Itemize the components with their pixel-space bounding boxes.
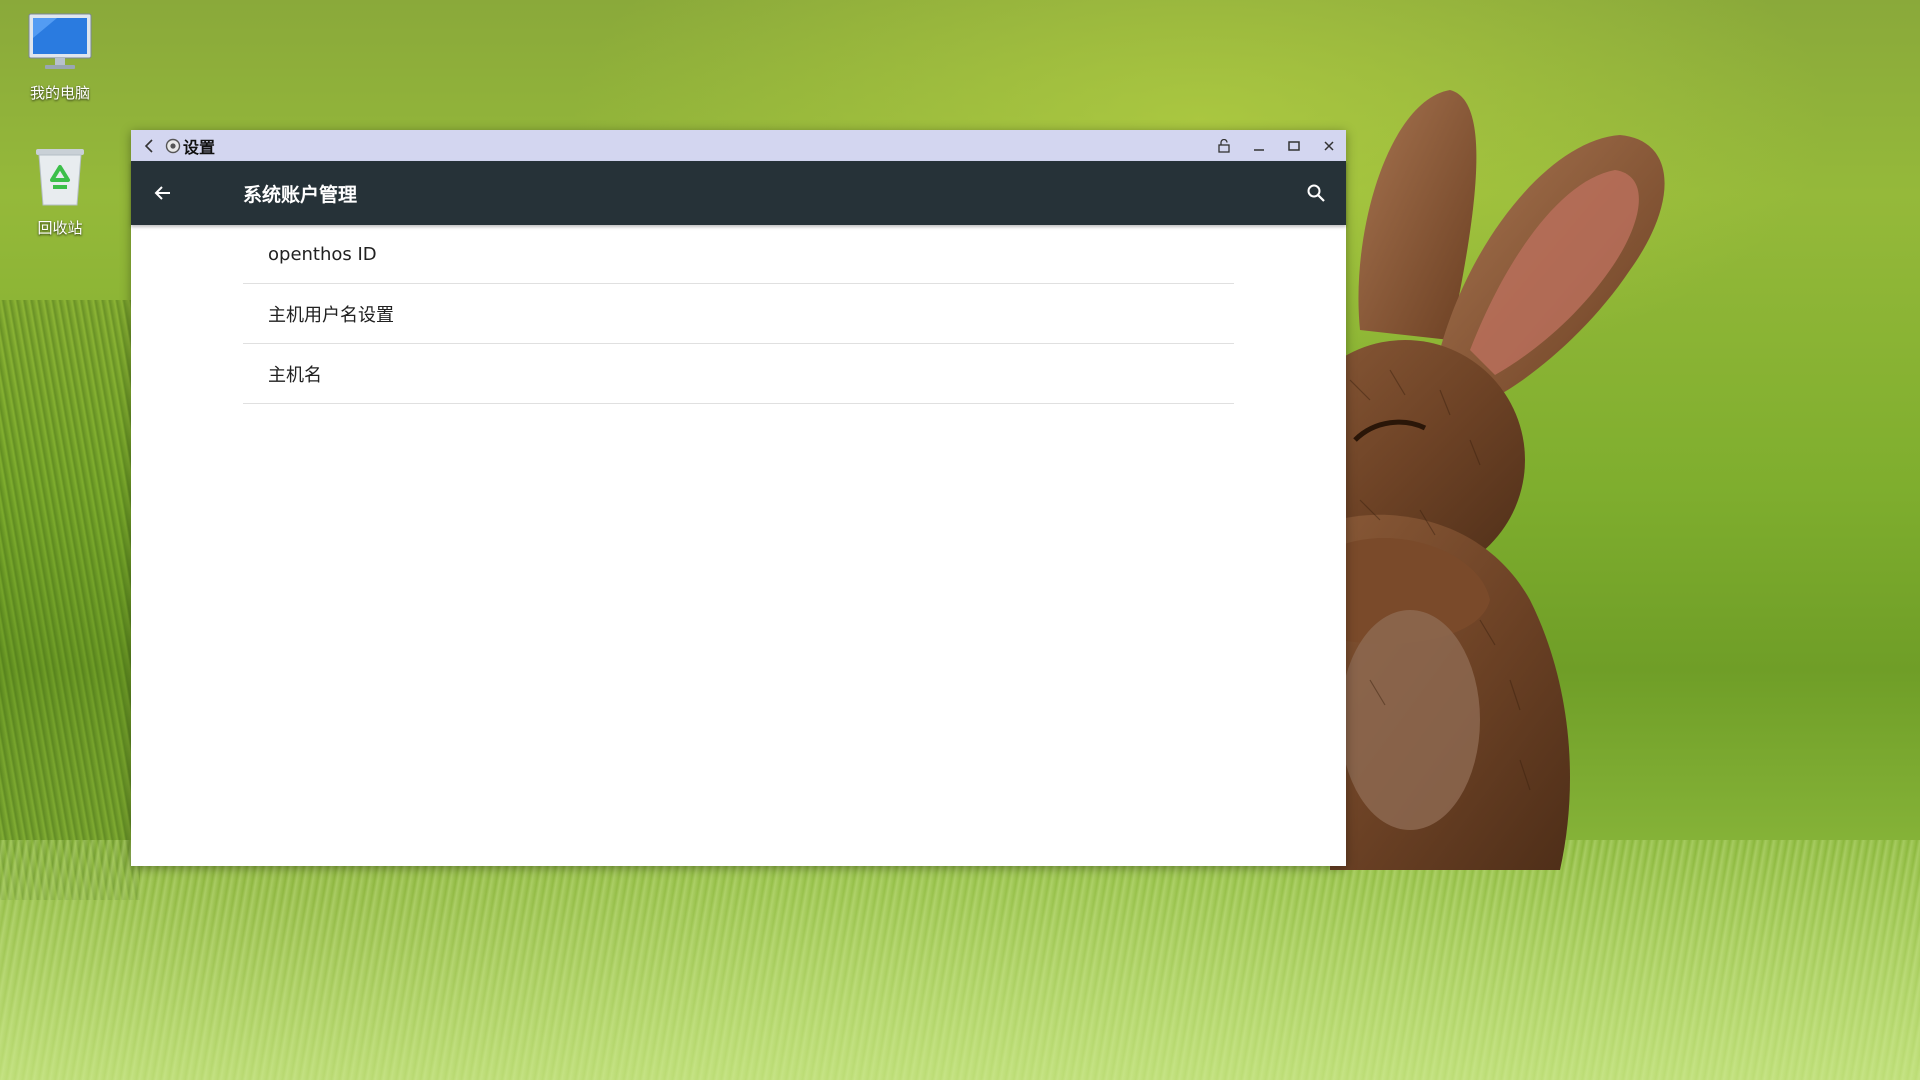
desktop-icon-my-computer[interactable]: 我的电脑	[10, 12, 110, 103]
app-toolbar: 系统账户管理	[131, 161, 1346, 225]
account-settings-list: openthos ID 主机用户名设置 主机名	[243, 225, 1234, 404]
recycle-bin-icon	[36, 149, 84, 206]
settings-window: 设置 系统账户管理 openthos ID 主机用户名设置 主机名	[131, 130, 1346, 866]
list-item-label: 主机用户名设置	[268, 304, 394, 326]
settings-gear-icon	[165, 138, 181, 153]
settings-content: openthos ID 主机用户名设置 主机名	[131, 225, 1346, 866]
window-controls	[1206, 130, 1346, 161]
chevron-left-icon	[144, 138, 153, 153]
close-icon	[1323, 140, 1334, 151]
list-item-label: openthos ID	[268, 243, 377, 265]
list-item-hostname[interactable]: 主机名	[243, 344, 1234, 404]
grass-texture	[0, 300, 140, 900]
back-button[interactable]	[143, 173, 183, 213]
list-item-openthos-id[interactable]: openthos ID	[243, 225, 1234, 284]
list-item-host-username-settings[interactable]: 主机用户名设置	[243, 284, 1234, 344]
list-item-label: 主机名	[268, 364, 322, 386]
arrow-back-icon	[154, 186, 170, 200]
desktop-icon-label: 我的电脑	[29, 84, 90, 102]
unlock-icon	[1217, 138, 1230, 153]
desktop-icon-recycle-bin[interactable]: 回收站	[10, 143, 110, 238]
rabbit-figurine-image	[1330, 90, 1665, 870]
window-titlebar[interactable]: 设置	[131, 130, 1346, 161]
titlebar-back-button[interactable]	[139, 138, 159, 153]
page-title: 系统账户管理	[243, 183, 358, 206]
maximize-button[interactable]	[1276, 130, 1311, 161]
maximize-icon	[1287, 140, 1300, 151]
minimize-icon	[1253, 148, 1264, 151]
unlock-button[interactable]	[1206, 130, 1241, 161]
desktop-icon-label: 回收站	[37, 219, 83, 237]
search-icon	[1307, 184, 1325, 202]
minimize-button[interactable]	[1241, 130, 1276, 161]
close-button[interactable]	[1311, 130, 1346, 161]
search-button[interactable]	[1296, 173, 1336, 213]
computer-icon	[28, 13, 92, 69]
window-title: 设置	[183, 137, 216, 157]
